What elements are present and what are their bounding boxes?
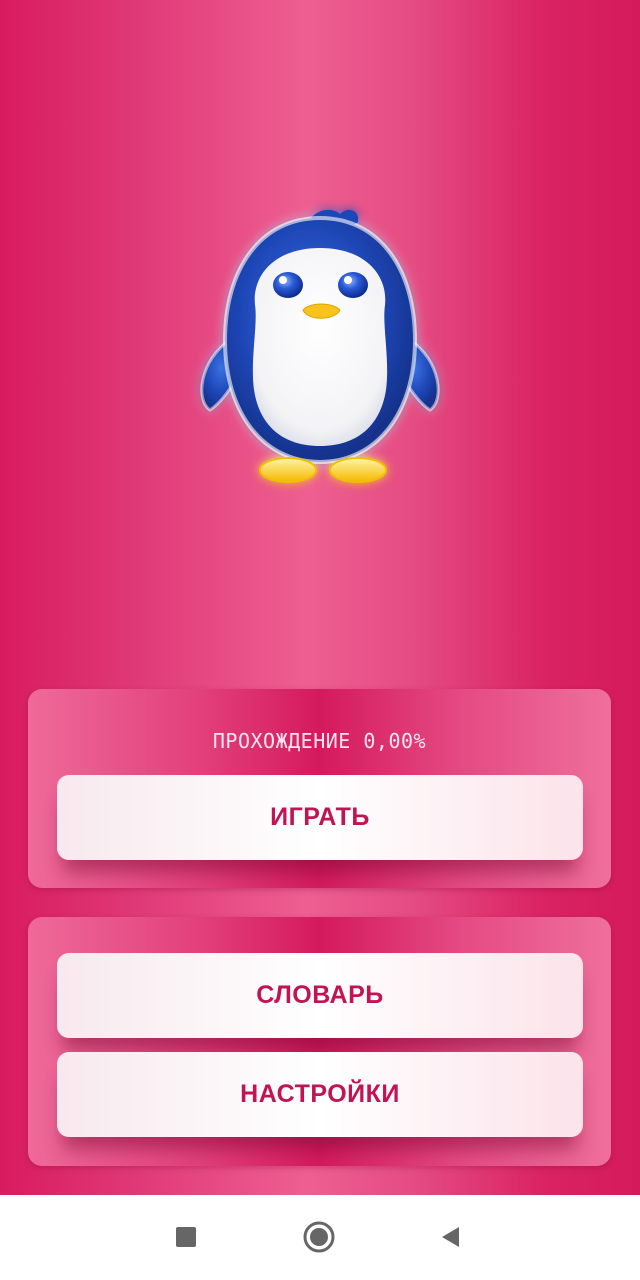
system-navigation-bar	[0, 1195, 640, 1280]
back-button[interactable]	[430, 1217, 470, 1257]
triangle-back-icon	[442, 1227, 459, 1247]
penguin-icon	[200, 209, 440, 483]
recents-button[interactable]	[166, 1217, 206, 1257]
dictionary-button[interactable]: СЛОВАРЬ	[57, 953, 583, 1038]
play-button[interactable]: ИГРАТЬ	[57, 775, 583, 860]
menu-panel: СЛОВАРЬ НАСТРОЙКИ	[28, 917, 611, 1166]
square-icon	[176, 1227, 196, 1247]
settings-button[interactable]: НАСТРОЙКИ	[57, 1052, 583, 1137]
app-screen: ПРОХОЖДЕНИЕ 0,00% ИГРАТЬ СЛОВАРЬ НАСТРОЙ…	[0, 0, 640, 1280]
progress-panel: ПРОХОЖДЕНИЕ 0,00% ИГРАТЬ	[28, 689, 611, 888]
home-button[interactable]	[299, 1217, 339, 1257]
circle-icon	[303, 1221, 335, 1253]
progress-label: ПРОХОЖДЕНИЕ 0,00%	[212, 729, 427, 753]
app-background: ПРОХОЖДЕНИЕ 0,00% ИГРАТЬ СЛОВАРЬ НАСТРОЙ…	[0, 0, 640, 1195]
